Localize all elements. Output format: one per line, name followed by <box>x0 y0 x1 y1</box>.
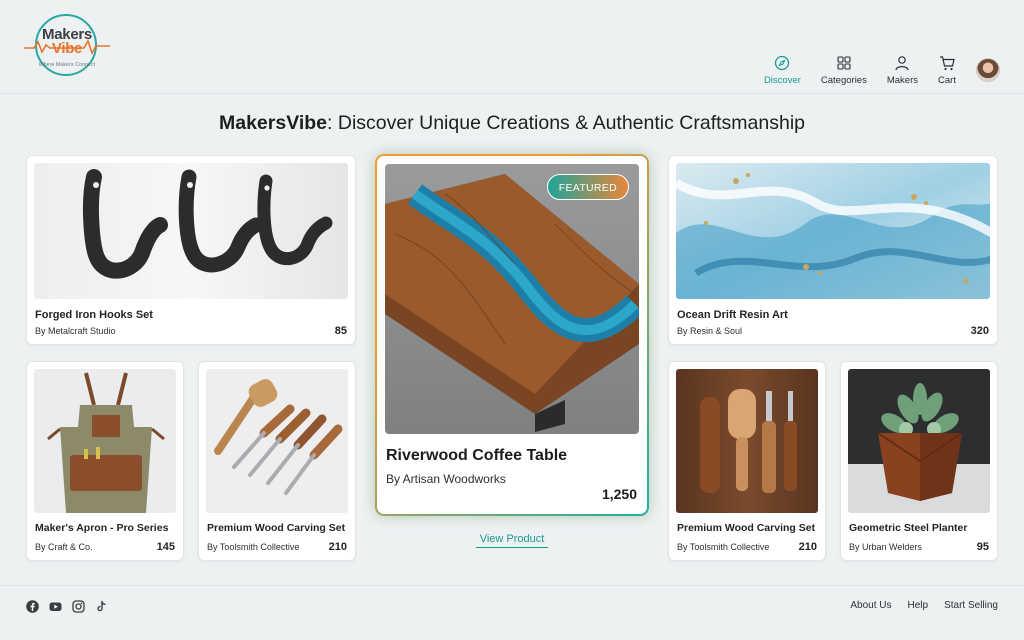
page-title: MakersVibe: Discover Unique Creations & … <box>0 112 1024 135</box>
product-image-riverwood-table: FEATURED <box>385 164 639 434</box>
product-name: Premium Wood Carving Set <box>677 522 816 534</box>
product-name: Premium Wood Carving Set <box>207 522 346 534</box>
product-maker: By Metalcraft Studio <box>35 326 116 336</box>
product-price: 210 <box>798 541 817 553</box>
social-links <box>26 600 108 613</box>
product-image-carving-set-a <box>206 369 348 513</box>
product-price: 145 <box>156 541 175 553</box>
product-image-planter <box>848 369 990 513</box>
nav-cart-label: Cart <box>938 75 956 86</box>
user-icon <box>895 56 910 71</box>
nav-categories-label: Categories <box>820 75 867 86</box>
instagram-icon[interactable] <box>72 600 85 613</box>
facebook-icon[interactable] <box>26 600 39 613</box>
product-name: Geometric Steel Planter <box>849 522 968 534</box>
resin-art-illustration <box>676 163 990 299</box>
makersvibe-logo[interactable]: Makers Vibe Where Makers Connect <box>22 12 112 78</box>
product-price: 95 <box>976 541 989 553</box>
featured-product-price: 1,250 <box>601 486 637 502</box>
product-maker: By Urban Welders <box>849 542 922 552</box>
logo-part-vibe: Vibe <box>51 40 83 57</box>
grid-icon <box>837 56 851 70</box>
featured-product-card[interactable]: FEATURED Riverwood Coffee Table By Artis… <box>375 154 649 516</box>
footer-link-help[interactable]: Help <box>908 600 929 611</box>
apron-illustration <box>47 372 165 513</box>
featured-badge: FEATURED <box>546 174 629 200</box>
product-name: Maker's Apron - Pro Series <box>35 522 169 534</box>
product-maker: By Resin & Soul <box>677 326 743 336</box>
featured-card-body: FEATURED Riverwood Coffee Table By Artis… <box>377 156 647 514</box>
main-nav: Discover Categories Makers Cart <box>744 54 1000 88</box>
nav-cart[interactable]: Cart <box>938 54 956 86</box>
tiktok-icon[interactable] <box>95 600 108 613</box>
product-card-planter[interactable]: Geometric Steel Planter By Urban Welders… <box>840 361 998 561</box>
featured-product-name: Riverwood Coffee Table <box>386 447 568 464</box>
nav-discover[interactable]: Discover <box>764 54 801 86</box>
cart-icon <box>940 56 955 71</box>
product-maker: By Craft & Co. <box>35 542 93 552</box>
product-price: 210 <box>328 541 347 553</box>
compass-icon <box>775 55 790 71</box>
nav-categories[interactable]: Categories <box>821 54 867 86</box>
product-card-iron-hooks[interactable]: Forged Iron Hooks Set By Metalcraft Stud… <box>26 155 356 345</box>
nav-discover-label: Discover <box>763 75 801 86</box>
product-card-carving-set-a[interactable]: Premium Wood Carving Set By Toolsmith Co… <box>198 361 356 561</box>
footer-link-about[interactable]: About Us <box>850 600 891 611</box>
page-title-brand: MakersVibe <box>218 112 328 134</box>
product-maker: By Toolsmith Collective <box>677 542 770 552</box>
nav-makers[interactable]: Makers <box>887 54 918 86</box>
footer-links: About Us Help Start Selling <box>850 600 998 611</box>
iron-hooks-illustration <box>82 169 333 279</box>
carving-set-illustration <box>214 379 343 495</box>
product-image-apron <box>34 369 176 513</box>
carving-tools-illustration <box>700 389 797 493</box>
nav-makers-label: Makers <box>886 75 918 86</box>
product-card-carving-set-b[interactable]: Premium Wood Carving Set By Toolsmith Co… <box>668 361 826 561</box>
product-card-apron[interactable]: Maker's Apron - Pro Series By Craft & Co… <box>26 361 184 561</box>
page-title-text: : Discover Unique Creations & Authentic … <box>327 112 806 134</box>
product-price: 85 <box>334 325 347 337</box>
top-header: Makers Vibe Where Makers Connect Discove… <box>0 0 1024 94</box>
riverwood-table-illustration <box>385 174 639 432</box>
product-name: Forged Iron Hooks Set <box>35 309 153 321</box>
logo-tagline: Where Makers Connect <box>38 62 96 68</box>
product-name: Ocean Drift Resin Art <box>677 309 788 321</box>
user-avatar[interactable] <box>976 58 1000 82</box>
logo-wordmark: Makers Vibe <box>22 27 112 57</box>
product-image-carving-set-b <box>676 369 818 513</box>
product-maker: By Toolsmith Collective <box>207 542 300 552</box>
product-card-resin-art[interactable]: Ocean Drift Resin Art By Resin & Soul 32… <box>668 155 998 345</box>
view-product-link[interactable]: View Product <box>476 533 548 548</box>
featured-product-maker: By Artisan Woodworks <box>386 472 506 486</box>
product-image-iron-hooks <box>34 163 348 299</box>
product-image-resin-art <box>676 163 990 299</box>
footer-link-start-selling[interactable]: Start Selling <box>944 600 998 611</box>
product-price: 320 <box>970 325 989 337</box>
page-footer: About Us Help Start Selling <box>0 585 1024 640</box>
youtube-icon[interactable] <box>49 600 62 613</box>
planter-illustration <box>877 383 963 501</box>
